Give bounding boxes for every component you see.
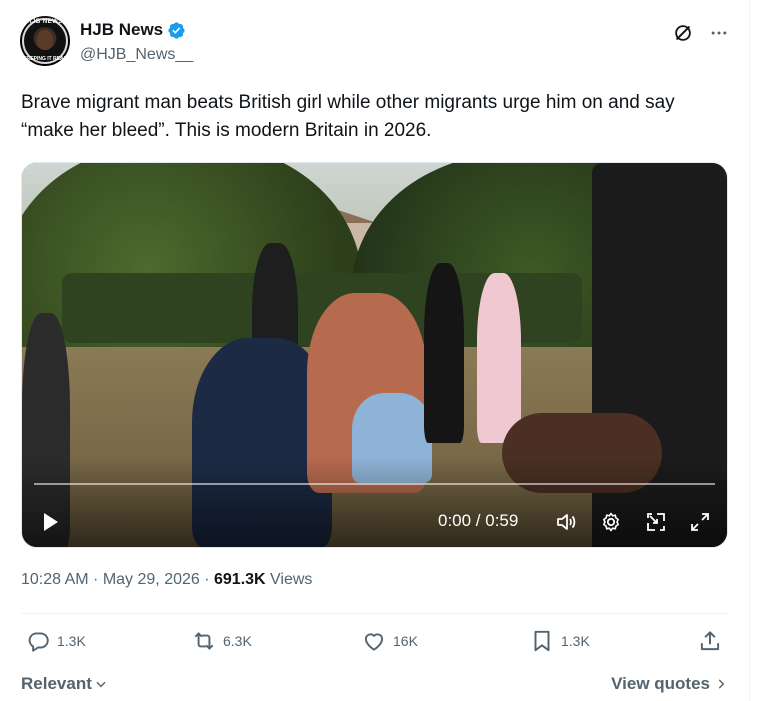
avatar-text-bottom: KEEPING IT REAL — [23, 56, 67, 62]
view-quotes-link[interactable]: View quotes — [611, 674, 728, 694]
repost-count: 6.3K — [223, 633, 252, 649]
chevron-right-icon — [718, 679, 725, 689]
author-handle[interactable]: @HJB_News__ — [80, 46, 193, 64]
reply-icon — [28, 632, 49, 652]
chevron-down-icon — [96, 681, 106, 688]
settings-icon[interactable] — [599, 510, 623, 534]
bookmark-button[interactable]: 1.3K — [529, 628, 590, 654]
share-icon — [700, 631, 720, 651]
fullscreen-icon[interactable] — [688, 510, 712, 534]
video-controls: 0:00 / 0:59 — [22, 506, 727, 536]
author-name[interactable]: HJB News — [80, 20, 163, 40]
more-icon[interactable] — [708, 22, 730, 44]
views-label: Views — [265, 571, 313, 588]
divider — [21, 613, 728, 614]
verified-badge-icon[interactable] — [167, 21, 186, 40]
video-progress-bar[interactable] — [34, 483, 715, 485]
video-player[interactable]: 0:00 / 0:59 — [21, 162, 728, 548]
avatar[interactable]: HJB NEWS KEEPING IT REAL — [20, 16, 70, 66]
sort-relevant-dropdown[interactable]: Relevant — [21, 674, 108, 694]
video-time: 0:00 / 0:59 — [438, 511, 519, 530]
repost-icon — [194, 632, 214, 650]
repost-button[interactable]: 6.3K — [191, 628, 252, 654]
tweet-actions: 1.3K 6.3K 16K 1.3K — [21, 628, 728, 662]
grok-icon[interactable] — [672, 22, 694, 44]
like-count: 16K — [393, 633, 418, 649]
meta-separator: · — [199, 571, 214, 588]
share-button[interactable] — [697, 628, 723, 654]
heart-icon — [364, 633, 384, 651]
play-icon[interactable] — [42, 512, 60, 532]
like-button[interactable]: 16K — [361, 628, 418, 654]
reply-count: 1.3K — [57, 633, 86, 649]
volume-icon[interactable] — [554, 510, 578, 534]
author-name-row: HJB News — [80, 20, 186, 40]
tweet-time[interactable]: 10:28 AM — [21, 571, 89, 588]
tweet-date[interactable]: May 29, 2026 — [103, 571, 200, 588]
tweet-meta: 10:28 AM · May 29, 2026 · 691.3K Views — [21, 571, 312, 589]
header-actions — [672, 22, 730, 44]
meta-separator: · — [88, 571, 103, 588]
tweet-container: HJB NEWS KEEPING IT REAL HJB News @HJB_N… — [0, 0, 750, 701]
pip-icon[interactable] — [644, 510, 668, 534]
video-figure — [477, 273, 521, 443]
reply-button[interactable]: 1.3K — [25, 628, 86, 654]
replies-footer: Relevant View quotes — [21, 674, 728, 696]
bookmark-icon — [534, 630, 550, 652]
bookmark-count: 1.3K — [561, 633, 590, 649]
video-figure — [424, 263, 464, 443]
tweet-text: Brave migrant man beats British girl whi… — [21, 92, 675, 141]
avatar-text-top: HJB NEWS — [27, 19, 63, 25]
view-quotes-label: View quotes — [611, 674, 710, 693]
sort-relevant-label: Relevant — [21, 674, 92, 693]
views-count: 691.3K — [214, 571, 266, 588]
